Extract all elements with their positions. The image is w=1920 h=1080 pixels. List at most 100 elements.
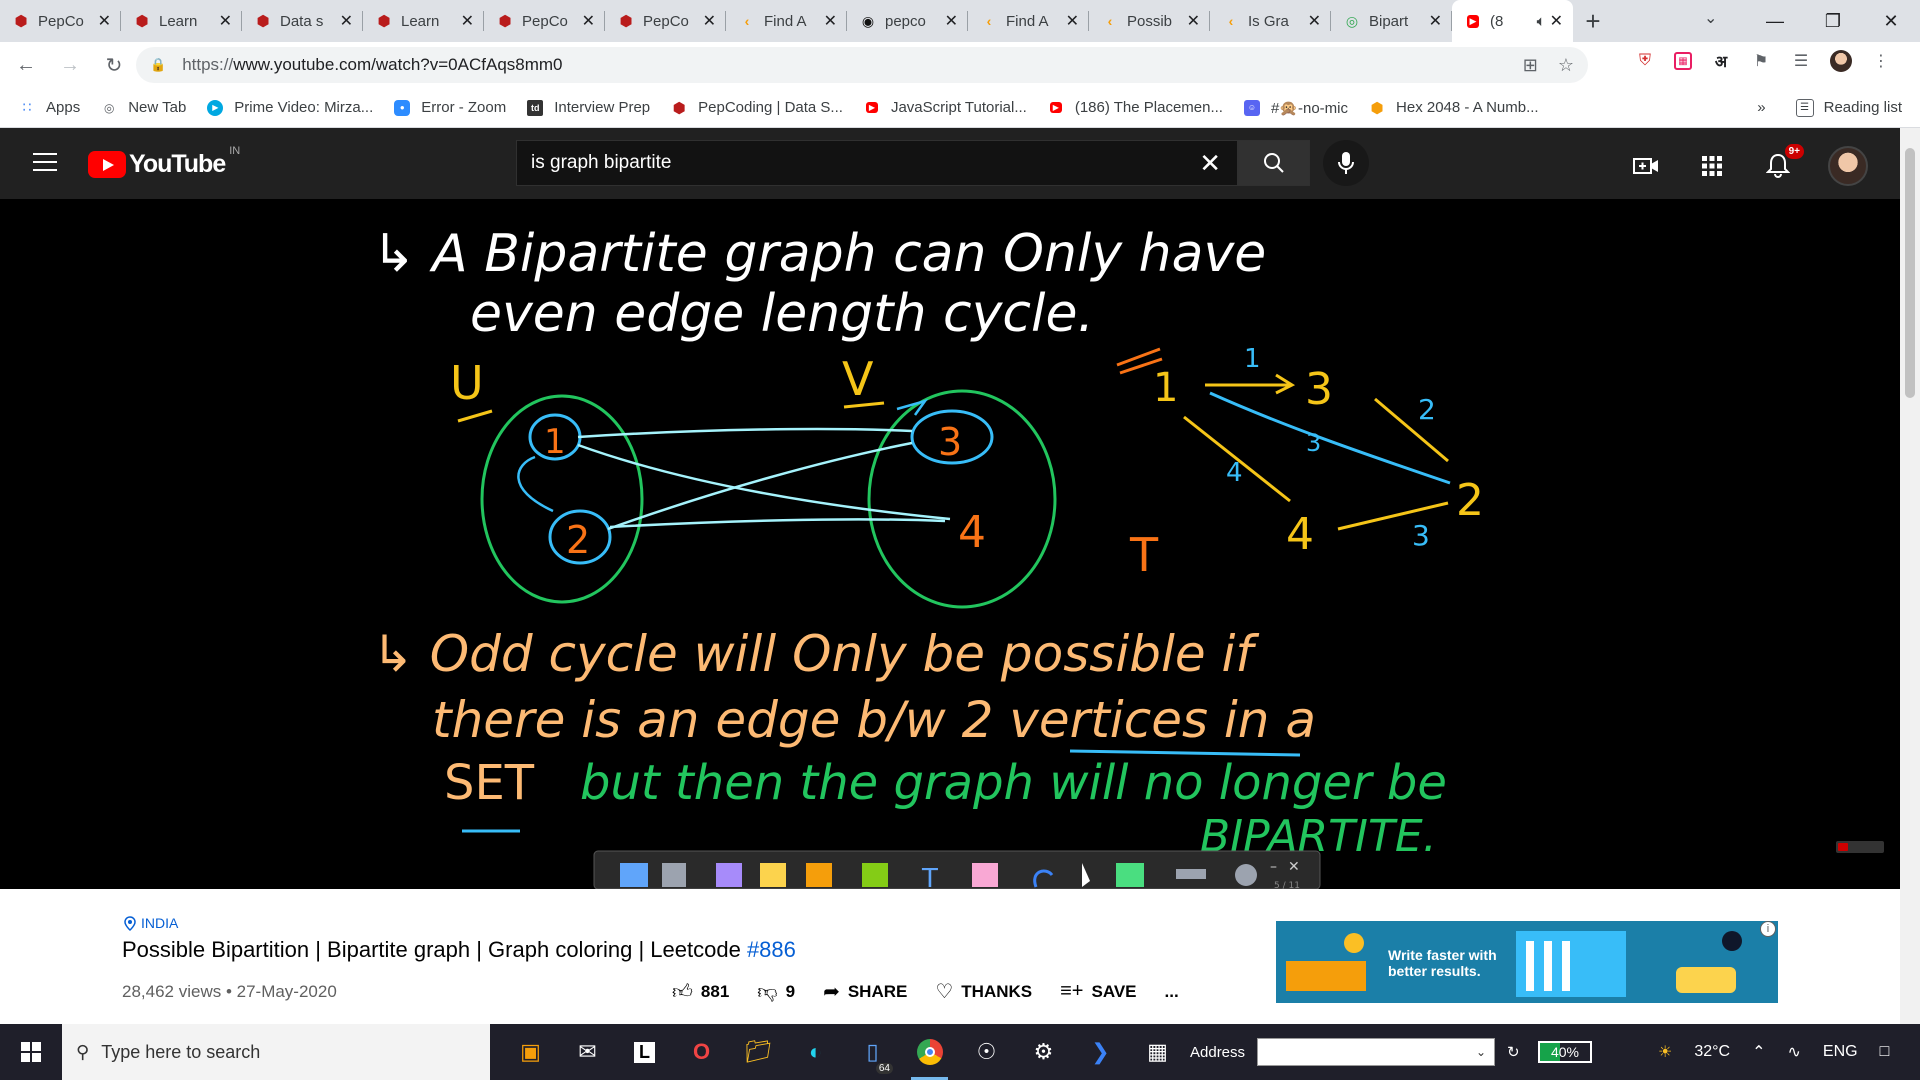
opera-app-icon[interactable]: O xyxy=(673,1024,730,1080)
close-tab-icon[interactable]: ✕ xyxy=(1066,11,1079,31)
thanks-button[interactable]: ♡ THANKS xyxy=(935,979,1032,1004)
tool-green-pen-icon[interactable] xyxy=(862,863,888,887)
language-indicator[interactable]: ENG xyxy=(1823,1043,1858,1061)
profile-avatar-icon[interactable] xyxy=(1830,50,1852,72)
tool-select-icon[interactable] xyxy=(620,863,648,887)
save-button[interactable]: ≡+ SAVE xyxy=(1060,980,1136,1003)
page-scrollbar[interactable] xyxy=(1900,128,1920,1024)
hindi-extension-icon[interactable]: अ xyxy=(1710,50,1732,72)
tab-5[interactable]: ⬢ PepCo ✕ xyxy=(605,0,726,42)
tab-7[interactable]: ◉ pepco ✕ xyxy=(847,0,968,42)
action-center-icon[interactable]: □ xyxy=(1880,1043,1890,1061)
clear-search-icon[interactable]: ✕ xyxy=(1199,148,1221,179)
video-player[interactable]: ↳ A Bipartite graph can Only have even e… xyxy=(0,199,1900,889)
store-app-icon[interactable]: ▣ xyxy=(502,1024,559,1080)
scrollbar-thumb[interactable] xyxy=(1905,148,1915,398)
forward-button[interactable]: → xyxy=(52,47,88,83)
more-bookmarks-button[interactable]: » xyxy=(1757,99,1765,116)
tab-6[interactable]: ‹ Find A ✕ xyxy=(726,0,847,42)
tab-8[interactable]: ‹ Find A ✕ xyxy=(968,0,1089,42)
bookmark-2[interactable]: ▶ Prime Video: Mirza... xyxy=(206,99,373,117)
close-tab-icon[interactable]: ✕ xyxy=(461,11,474,31)
close-tab-icon[interactable]: ✕ xyxy=(1308,11,1321,31)
more-actions-button[interactable]: ... xyxy=(1165,982,1179,1002)
tab-3[interactable]: ⬢ Learn ✕ xyxy=(363,0,484,42)
tool-settings-gear-icon[interactable] xyxy=(1235,864,1257,886)
close-tab-icon[interactable]: ✕ xyxy=(1187,11,1200,31)
tab-11[interactable]: ◎ Bipart ✕ xyxy=(1331,0,1452,42)
close-tab-icon[interactable]: ✕ xyxy=(1550,11,1563,31)
bookmark-8[interactable]: ☺ #🙊-no-mic xyxy=(1243,99,1348,117)
bookmark-9[interactable]: ⬢ Hex 2048 - A Numb... xyxy=(1368,99,1538,117)
tool-marker-icon[interactable] xyxy=(716,863,742,887)
taskbar-search-input[interactable]: ⚲ Type here to search xyxy=(62,1024,490,1080)
tool-eraser-icon[interactable] xyxy=(972,863,998,887)
battery-indicator[interactable]: 40% xyxy=(1538,1041,1592,1063)
bookmark-5[interactable]: ⬢ PepCoding | Data S... xyxy=(670,99,843,117)
tab-10[interactable]: ‹ Is Gra ✕ xyxy=(1210,0,1331,42)
vscode-app-icon[interactable]: ❯ xyxy=(1072,1024,1129,1080)
tab-0[interactable]: ⬢ PepCo ✕ xyxy=(0,0,121,42)
media-control-icon[interactable]: ☰ xyxy=(1790,50,1812,72)
notifications-bell-icon[interactable]: 9+ xyxy=(1762,144,1804,182)
address-bar[interactable]: 🔒 https://www.youtube.com/watch?v=0ACfAq… xyxy=(136,47,1588,83)
close-tab-icon[interactable]: ✕ xyxy=(219,11,232,31)
account-avatar[interactable] xyxy=(1828,146,1868,186)
audio-playing-icon[interactable]: 🔈︎ xyxy=(1537,13,1546,30)
toolbar-minimize-icon[interactable]: – xyxy=(1270,859,1277,875)
tool-ruler-icon[interactable] xyxy=(1176,869,1206,879)
edge-browser-icon[interactable]: ◐ xyxy=(787,1024,844,1080)
bookmark-4[interactable]: td Interview Prep xyxy=(526,99,650,117)
new-tab-button[interactable]: + xyxy=(1573,0,1613,42)
reading-list-button[interactable]: ☰ Reading list xyxy=(1795,98,1902,117)
close-tab-icon[interactable]: ✕ xyxy=(1429,11,1442,31)
apps-grid-icon[interactable] xyxy=(1696,150,1728,182)
toolbar-close-icon[interactable]: ✕ xyxy=(1288,859,1300,875)
start-button[interactable] xyxy=(0,1024,62,1080)
tray-chevron-up-icon[interactable]: ⌃ xyxy=(1752,1042,1765,1062)
mail-app-icon[interactable]: ✉ xyxy=(559,1024,616,1080)
tool-image-icon[interactable] xyxy=(1116,863,1144,887)
menu-kebab-icon[interactable]: ⋮ xyxy=(1870,50,1892,72)
ad-banner[interactable]: Write faster with better results. xyxy=(1276,921,1778,1003)
restore-button[interactable]: ❐ xyxy=(1804,0,1862,42)
voice-search-button[interactable] xyxy=(1323,140,1369,186)
close-tab-icon[interactable]: ✕ xyxy=(703,11,716,31)
tool-text-icon[interactable]: T xyxy=(921,864,938,889)
tab-12[interactable]: ▶ (8 🔈︎ ✕ xyxy=(1452,0,1573,42)
dislike-button[interactable]: 👎︎ 9 xyxy=(757,980,795,1004)
address-go-icon[interactable]: ↻ xyxy=(1507,1043,1520,1061)
tab-9[interactable]: ‹ Possib ✕ xyxy=(1089,0,1210,42)
temperature[interactable]: 32°C xyxy=(1694,1043,1730,1061)
like-button[interactable]: 👍︎ 881 xyxy=(672,980,729,1004)
tool-pen-icon[interactable] xyxy=(806,863,832,887)
photos-app-icon[interactable]: ▦ xyxy=(1129,1024,1186,1080)
bookmark-0[interactable]: ∷ Apps xyxy=(18,99,81,117)
bookmark-star-icon[interactable]: ☆ xyxy=(1558,55,1574,76)
notification-app-icon[interactable]: ▯ 64 xyxy=(844,1024,901,1080)
bookmark-7[interactable]: ▶ (186) The Placemen... xyxy=(1047,99,1223,117)
hashtag-link[interactable]: #886 xyxy=(747,937,796,962)
tab-search-chevron-icon[interactable]: ⌄ xyxy=(1704,8,1717,28)
file-explorer-icon[interactable]: 📁︎ xyxy=(730,1024,787,1080)
close-tab-icon[interactable]: ✕ xyxy=(824,11,837,31)
close-tab-icon[interactable]: ✕ xyxy=(98,11,111,31)
obs-app-icon[interactable]: ☉ xyxy=(958,1024,1015,1080)
hamburger-menu-icon[interactable] xyxy=(33,153,57,177)
weather-sun-icon[interactable]: ☀ xyxy=(1658,1042,1672,1062)
tool-highlighter-icon[interactable] xyxy=(760,863,786,887)
location-tag[interactable]: INDIA xyxy=(124,915,178,931)
settings-gear-icon[interactable]: ⚙ xyxy=(1015,1024,1072,1080)
tab-2[interactable]: ⬢ Data s ✕ xyxy=(242,0,363,42)
address-input[interactable]: ⌄ xyxy=(1257,1038,1496,1066)
install-app-icon[interactable]: ⊞ xyxy=(1523,55,1538,76)
close-tab-icon[interactable]: ✕ xyxy=(945,11,958,31)
share-button[interactable]: ➦ SHARE xyxy=(823,979,907,1004)
ad-info-icon[interactable]: i xyxy=(1760,921,1776,937)
chrome-app-icon[interactable] xyxy=(901,1024,958,1080)
tool-save-icon[interactable] xyxy=(662,863,686,887)
close-window-button[interactable]: ✕ xyxy=(1862,0,1920,42)
back-button[interactable]: ← xyxy=(8,47,44,83)
tab-4[interactable]: ⬢ PepCo ✕ xyxy=(484,0,605,42)
minimize-button[interactable]: — xyxy=(1746,0,1804,42)
